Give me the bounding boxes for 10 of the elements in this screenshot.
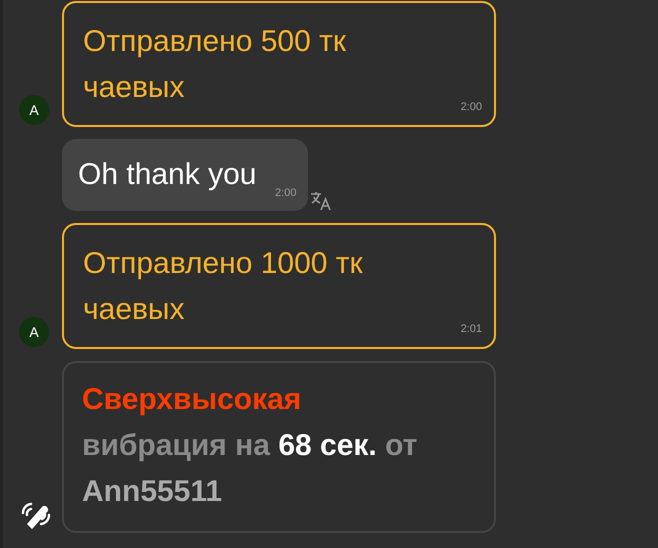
message-time: 2:00 bbox=[275, 187, 296, 199]
message-time: 2:00 bbox=[460, 101, 482, 113]
avatar[interactable]: A bbox=[19, 95, 49, 125]
message-time: 2:01 bbox=[460, 323, 482, 335]
avatar[interactable]: A bbox=[19, 317, 49, 347]
vibration-text: Сверхвысокая вибрация на 68 сек. от Ann55511 bbox=[82, 382, 418, 510]
translate-icon[interactable] bbox=[310, 191, 332, 211]
message-text: Oh thank you bbox=[78, 157, 256, 193]
message-text: Отправлено 500 тк чаевых bbox=[83, 24, 347, 106]
message-text: Отправлено 1000 тк чаевых bbox=[83, 246, 364, 328]
